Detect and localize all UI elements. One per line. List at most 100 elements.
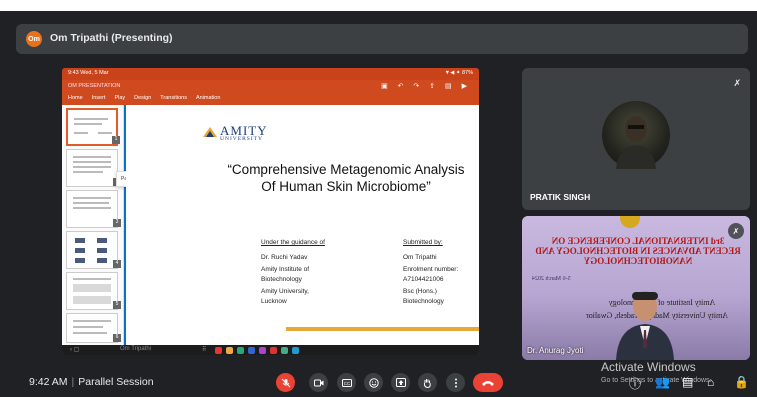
- person-silhouette: [616, 116, 656, 169]
- app-dock-icon: [215, 347, 222, 354]
- participant-name: PRATIK SINGH: [530, 192, 591, 202]
- presenter-avatar: Om: [26, 31, 42, 47]
- slide-thumbnail-number: 6: [113, 334, 121, 342]
- people-icon[interactable]: 👥: [655, 375, 670, 389]
- guidance-line: Biotechnology: [261, 275, 302, 283]
- svg-text:CC: CC: [343, 381, 350, 386]
- tablet-status-right: ▼◀ ✦ 87%: [444, 70, 473, 76]
- submitted-line: A7104421006: [403, 275, 444, 283]
- person-silhouette: [616, 291, 674, 360]
- guidance-line: Dr. Ruchi Yadav: [261, 253, 308, 261]
- app-dock-icon: [237, 347, 244, 354]
- slide-thumbnail: 3: [66, 190, 121, 228]
- taskbar-back-icon: ‹ ▢: [70, 347, 80, 353]
- app-dock-icon: [270, 347, 277, 354]
- current-slide: AMITY UNIVERSITY “Comprehensive Metageno…: [126, 105, 479, 345]
- submitted-line: Om Tripathi: [403, 253, 437, 261]
- presenter-title: Om Tripathi (Presenting): [50, 32, 173, 44]
- backdrop-text: NANOBIOTECHNOLOGY: [583, 256, 693, 266]
- app-dock-icon: [248, 347, 255, 354]
- backdrop-text: 5-6 March 2024: [532, 276, 571, 282]
- slide-thumbnail: 5: [66, 272, 121, 310]
- more-options-button[interactable]: [446, 373, 465, 392]
- emoji-button[interactable]: [364, 373, 383, 392]
- submitted-line: Enrolment number:: [403, 266, 459, 273]
- submitted-heading: Submitted by:: [403, 239, 443, 246]
- meeting-time: 9:42 AM: [29, 376, 68, 388]
- submitted-line: Bsc (Hons.) Biotechnology: [403, 288, 444, 305]
- slide-thumbnail-number: 3: [113, 219, 121, 227]
- slide-thumbnail-pane: 1 2 3 4 5: [62, 105, 124, 345]
- tablet-status-time: 9:43 Wed, 5 Mar: [68, 70, 109, 76]
- chat-icon[interactable]: ▤: [682, 375, 693, 389]
- app-toolbar-icons: ▣ ↶ ↷ ⇪ ▤ ▶: [381, 83, 471, 90]
- app-dock-icon: [226, 347, 233, 354]
- meeting-name: Parallel Session: [78, 376, 154, 388]
- slide-thumbnail: 4: [66, 231, 121, 269]
- slide-thumbnail-number: 5: [113, 301, 121, 309]
- guidance-line: Amity University,: [261, 288, 309, 295]
- camera-button[interactable]: [309, 373, 328, 392]
- meeting-info-separator: |: [71, 376, 75, 388]
- guidance-line: Lucknow: [261, 297, 287, 305]
- slide-thumbnail-number: 4: [113, 260, 121, 268]
- mic-off-button[interactable]: [276, 373, 295, 392]
- emoji-icon: [368, 377, 379, 388]
- mic-off-icon: [281, 378, 290, 387]
- raise-hand-icon: [423, 378, 431, 388]
- taskbar-name: Om Tripathi: [120, 346, 152, 352]
- ribbon-tab-transitions: Transitions: [160, 95, 187, 101]
- participant-name: Dr. Anurag Jyoti: [527, 346, 584, 355]
- slide-thumbnail: 6: [66, 313, 121, 343]
- guidance-heading: Under the guidance of: [261, 239, 325, 246]
- presenter-bar: Om Om Tripathi (Presenting): [16, 24, 748, 54]
- ribbon-tab-home: Home: [68, 95, 83, 101]
- activities-icon[interactable]: ⌂: [707, 375, 714, 389]
- tablet-status-bar: 9:43 Wed, 5 Mar ▼◀ ✦ 87%: [62, 68, 479, 80]
- leave-call-button[interactable]: [473, 373, 503, 392]
- slide-accent-bar: [286, 327, 479, 331]
- university-logo-subtext: UNIVERSITY: [220, 136, 263, 142]
- presentation-app-bar: OM PRESENTATION ▣ ↶ ↷ ⇪ ▤ ▶: [62, 80, 479, 93]
- more-vert-icon: [454, 378, 457, 387]
- submitted-block: Submitted by: Om Tripathi Enrolment numb…: [403, 238, 479, 306]
- shared-screen[interactable]: 9:43 Wed, 5 Mar ▼◀ ✦ 87% OM PRESENTATION…: [62, 68, 479, 355]
- ribbon-tab-animation: Animation: [195, 95, 221, 101]
- app-dock-icon: [281, 347, 288, 354]
- slide-thumbnail: 2: [66, 149, 121, 187]
- mic-off-icon: ✗: [733, 78, 741, 88]
- guidance-block: Under the guidance of Dr. Ruchi Yadav Am…: [261, 238, 325, 306]
- slide-title: “Comprehensive Metagenomic Analysis Of H…: [226, 161, 466, 195]
- ribbon-tab-design: Design: [134, 95, 152, 101]
- app-dock-icon: [259, 347, 266, 354]
- ribbon-tab-play: Play: [114, 95, 126, 101]
- slide-title-line: “Comprehensive Metagenomic Analysis: [227, 162, 465, 177]
- presentation-ribbon: Home Insert Play Design Transitions Anim…: [62, 93, 479, 105]
- host-controls-icon[interactable]: 🔒: [734, 375, 749, 389]
- info-icon[interactable]: ⓘ: [629, 375, 641, 392]
- mic-off-icon: ✗: [728, 223, 744, 239]
- cc-icon: CC: [341, 378, 352, 387]
- present-button[interactable]: [391, 373, 410, 392]
- slide-title-line: Of Human Skin Microbiome”: [261, 179, 431, 194]
- presentation-app-title: OM PRESENTATION: [68, 83, 121, 89]
- camera-icon: [313, 379, 323, 386]
- tablet-taskbar: ‹ ▢ Om Tripathi ⠿: [62, 345, 479, 355]
- participant-tile[interactable]: 3rd INTERNATIONAL CONFERENCE ON RECENT A…: [522, 216, 750, 360]
- ribbon-tab-insert: Insert: [91, 95, 106, 101]
- participant-tile[interactable]: ✗ PRATIK SINGH: [522, 68, 750, 210]
- captions-button[interactable]: CC: [337, 373, 356, 392]
- backdrop-text: 3rd INTERNATIONAL CONFERENCE ON: [551, 236, 725, 246]
- slide-thumbnail-number: 1: [112, 136, 120, 144]
- activate-windows-title: Activate Windows: [601, 360, 696, 374]
- app-grid-icon: ⠿: [202, 347, 207, 353]
- app-dock-icon: [292, 347, 299, 354]
- backdrop-text: RECENT ADVANCES IN BIOTECHNOLOGY AND: [535, 246, 741, 256]
- emblem-shape: [620, 216, 640, 228]
- participant-video: [602, 101, 670, 169]
- slide-thumbnail: 1: [66, 108, 120, 146]
- call-end-icon: [482, 380, 494, 386]
- raise-hand-button[interactable]: [418, 373, 437, 392]
- guidance-line: Amity Institute of: [261, 266, 310, 273]
- amity-logo-icon: [203, 127, 217, 137]
